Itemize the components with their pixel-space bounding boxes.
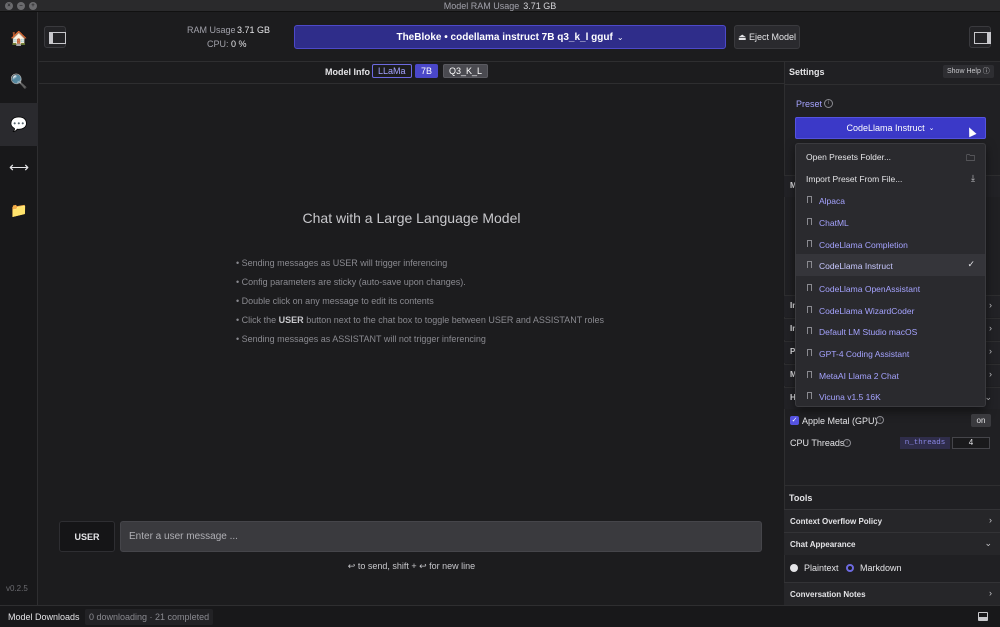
- tip-item: • Sending messages as USER will trigger …: [236, 258, 448, 268]
- tools-header: [784, 485, 1000, 509]
- plaintext-radio[interactable]: [790, 564, 798, 572]
- preset-option[interactable]: MetaAI Llama 2 Chat: [796, 364, 985, 386]
- preset-selector[interactable]: CodeLlama Instruct ⌄: [795, 117, 986, 139]
- chevron-right-icon: ›: [989, 515, 992, 525]
- search-icon[interactable]: 🔍: [0, 60, 38, 103]
- cpu-threads-key: n_threads: [900, 437, 950, 449]
- preset-option[interactable]: ChatML: [796, 211, 985, 233]
- preset-option[interactable]: Alpaca: [796, 189, 985, 211]
- preset-option[interactable]: CodeLlama WizardCoder: [796, 299, 985, 321]
- check-icon: ✓: [967, 259, 975, 269]
- model-tag-size: 7B: [415, 64, 439, 78]
- tip-item-toggle: • Click the USER button next to the chat…: [236, 315, 605, 325]
- bookmark-icon: [807, 306, 812, 313]
- open-presets-folder-item[interactable]: Open Presets Folder... 🗀: [796, 145, 985, 167]
- preset-option[interactable]: CodeLlama OpenAssistant: [796, 277, 985, 299]
- model-tag-quant: Q3_K_L: [443, 64, 489, 78]
- apple-metal-label: Apple Metal (GPU): [802, 416, 878, 426]
- send-hint: ↩ to send, shift + ↩ for new line: [347, 561, 476, 571]
- apple-metal-checkbox[interactable]: ✓: [790, 416, 799, 425]
- bookmark-icon: [807, 284, 812, 291]
- info-icon[interactable]: i: [843, 439, 851, 447]
- bookmark-icon: [807, 349, 812, 356]
- bookmark-icon: [807, 327, 812, 334]
- window-title: Model RAM Usage 3.71 GB: [0, 1, 1000, 11]
- bookmark-icon: [807, 261, 812, 268]
- model-name: TheBloke • codellama instruct 7B q3_k_l …: [396, 31, 613, 43]
- chevron-down-icon: ⌄: [616, 32, 624, 42]
- bookmark-icon: [807, 392, 812, 399]
- toggle-settings-panel-icon[interactable]: [969, 26, 991, 48]
- chat-appearance-section[interactable]: Chat Appearance ⌄: [784, 532, 1000, 555]
- cpu-value: 0 %: [231, 39, 247, 49]
- preset-selected-value: CodeLlama Instruct: [846, 123, 925, 133]
- markdown-radio[interactable]: [846, 564, 854, 572]
- settings-divider: [784, 84, 1000, 85]
- tip-item: • Double click on any message to edit it…: [236, 296, 434, 306]
- bookmark-icon: [807, 371, 812, 378]
- preset-option[interactable]: Vicuna v1.5 16K: [796, 385, 985, 407]
- ram-usage-label: RAM Usage: [187, 25, 236, 35]
- chevron-right-icon: ›: [989, 300, 992, 310]
- conversation-notes-section[interactable]: Conversation Notes ›: [784, 582, 1000, 605]
- app-version: v0.2.5: [6, 584, 28, 593]
- eject-model-button[interactable]: ⏏ Eject Model: [734, 25, 800, 49]
- cpu-label: CPU:: [207, 39, 229, 49]
- tools-title: Tools: [789, 493, 813, 503]
- model-downloads-button[interactable]: Model Downloads: [8, 612, 80, 622]
- cpu-threads-input[interactable]: 4: [952, 437, 990, 449]
- left-nav-rail: 🏠 🔍 💬 ⟷ 📁: [0, 12, 38, 605]
- ram-usage-value: 3.71 GB: [237, 25, 271, 35]
- chat-icon[interactable]: 💬: [0, 103, 38, 146]
- cpu-threads-label: CPU Threads: [790, 438, 845, 448]
- panel-icon[interactable]: [978, 612, 988, 621]
- plaintext-label: Plaintext: [804, 563, 839, 573]
- chevron-down-icon: ⌄: [984, 538, 992, 548]
- window-ram-label: Model RAM Usage: [443, 1, 520, 11]
- model-selector[interactable]: TheBloke • codellama instruct 7B q3_k_l …: [294, 25, 726, 49]
- preset-label: Preset: [796, 99, 823, 109]
- apple-metal-state[interactable]: on: [971, 414, 991, 427]
- chat-tips: • Sending messages as USER will trigger …: [236, 258, 604, 353]
- window-ram-value: 3.71 GB: [523, 1, 557, 11]
- chevron-down-icon: ⌄: [928, 125, 935, 132]
- preset-option[interactable]: Default LM Studio macOS: [796, 320, 985, 342]
- home-icon[interactable]: 🏠: [0, 17, 38, 60]
- download-icon: ⤓: [971, 173, 975, 183]
- bookmark-icon: [807, 196, 812, 203]
- preset-option-selected[interactable]: CodeLlama Instruct ✓: [796, 254, 985, 276]
- markdown-label: Markdown: [860, 563, 902, 573]
- info-icon[interactable]: i: [876, 416, 884, 424]
- preset-option[interactable]: CodeLlama Completion: [796, 233, 985, 255]
- settings-title: Settings: [789, 67, 825, 77]
- chevron-right-icon: ›: [989, 323, 992, 333]
- folder-icon: 🗀: [965, 153, 975, 163]
- server-icon[interactable]: ⟷: [0, 146, 38, 189]
- bookmark-icon: [807, 240, 812, 247]
- downloads-status: 0 downloading · 21 completed: [85, 609, 214, 625]
- folder-icon[interactable]: 📁: [0, 189, 38, 232]
- role-toggle-button[interactable]: USER: [59, 521, 115, 552]
- window-titlebar: × – + Model RAM Usage 3.71 GB: [0, 0, 1000, 12]
- tip-item: • Sending messages as ASSISTANT will not…: [236, 334, 486, 344]
- chevron-right-icon: ›: [989, 588, 992, 598]
- info-icon[interactable]: i: [824, 99, 833, 108]
- context-overflow-section[interactable]: Context Overflow Policy ›: [784, 509, 1000, 532]
- chat-empty-title: Chat with a Large Language Model: [302, 210, 521, 226]
- chevron-right-icon: ›: [989, 369, 992, 379]
- preset-dropdown: Open Presets Folder... 🗀 Import Preset Fr…: [795, 143, 986, 407]
- import-preset-item[interactable]: Import Preset From File... ⤓: [796, 167, 985, 189]
- show-help-button[interactable]: Show Help ⓘ: [943, 65, 994, 78]
- preset-option[interactable]: GPT-4 Coding Assistant: [796, 342, 985, 364]
- bookmark-icon: [807, 218, 812, 225]
- chevron-right-icon: ›: [989, 346, 992, 356]
- message-input[interactable]: [120, 521, 762, 552]
- toggle-sidebar-icon[interactable]: [44, 26, 66, 48]
- model-info-label: Model Info: [325, 67, 370, 77]
- tip-item: • Config parameters are sticky (auto-sav…: [236, 277, 466, 287]
- model-tag-arch: LLaMa: [372, 64, 412, 78]
